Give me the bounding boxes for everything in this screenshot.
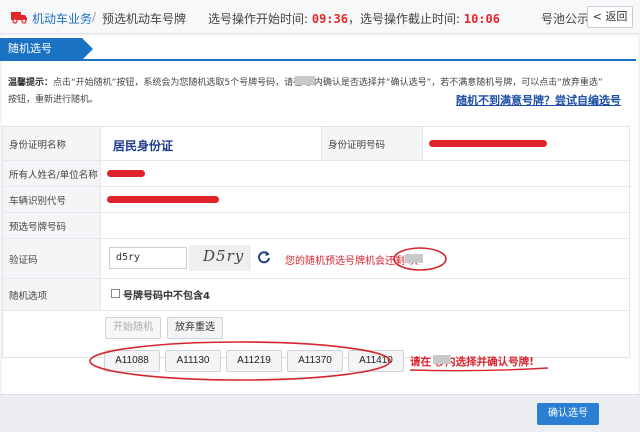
exclude-4-checkbox[interactable] <box>111 289 120 298</box>
start-time-label: 选号操作开始时间: <box>208 12 312 26</box>
self-select-link[interactable]: 随机不到满意号牌？尝试自编选号 <box>456 92 621 108</box>
plate-option[interactable]: A11130 <box>165 350 221 372</box>
row-captcha: 验证码 d5ry D5ry 您的随机预选号牌机会还剩 次 <box>3 239 631 279</box>
row-id-type: 身份证明名称 居民身份证 身份证明号码 <box>3 127 631 161</box>
id-number-label: 身份证明号码 <box>321 127 423 160</box>
row-random-option: 随机选项 号牌号码中不包含4 <box>3 279 631 311</box>
start-random-button[interactable]: 开始随机 <box>105 317 161 339</box>
preselect-label: 预选号牌号码 <box>3 213 101 238</box>
pool-notice-link[interactable]: 号池公示 <box>541 10 589 27</box>
row-vin: 车辆识别代号 <box>3 187 631 213</box>
confirm-select-button[interactable]: 确认选号 <box>537 403 599 425</box>
top-bar: 机动车业务 / 预选机动车号牌 选号操作开始时间: 09:36，选号操作截止时间… <box>0 0 640 34</box>
plate-option[interactable]: A11410 <box>348 350 404 372</box>
captcha-image-text: D5ry <box>203 247 245 265</box>
row-preselect: 预选号牌号码 <box>3 213 631 239</box>
row-owner: 所有人姓名/单位名称 <box>3 161 631 187</box>
vin-label: 车辆识别代号 <box>3 187 101 212</box>
tab-label: 随机选号 <box>8 42 52 55</box>
captcha-input[interactable]: d5ry <box>109 247 187 269</box>
random-option-label: 随机选项 <box>3 279 101 310</box>
operation-time-window: 选号操作开始时间: 09:36，选号操作截止时间: 10:06 <box>208 10 500 27</box>
redacted-id-number <box>429 140 547 147</box>
start-time-value: 09:36 <box>311 12 348 26</box>
end-time-label: ，选号操作截止时间: <box>347 12 464 26</box>
exclude-4-label[interactable]: 号牌号码中不包含4 <box>123 287 210 302</box>
breadcrumb-current: 预选机动车号牌 <box>102 12 187 26</box>
back-arrow-icon: < <box>592 10 606 23</box>
id-type-label: 身份证明名称 <box>3 127 101 160</box>
id-type-value: 居民身份证 <box>113 139 174 153</box>
hint-line-2: 按钮，重新进行随机。 <box>8 95 99 105</box>
captcha-label: 验证码 <box>3 239 101 278</box>
back-button-label: 返回 <box>605 10 628 23</box>
plate-option[interactable]: A11370 <box>287 350 343 372</box>
refresh-icon[interactable] <box>257 250 271 264</box>
give-up-reselect-button[interactable]: 放弃重选 <box>167 317 223 339</box>
breadcrumb-main[interactable]: 机动车业务 <box>32 10 92 27</box>
redacted-owner-name <box>107 170 145 177</box>
truck-icon <box>11 12 27 24</box>
breadcrumb-separator: / <box>92 10 97 24</box>
captcha-image[interactable]: D5ry <box>189 245 251 271</box>
end-time-value: 10:06 <box>463 12 500 26</box>
tab-random-select[interactable]: 随机选号 <box>0 38 93 60</box>
selection-form: 身份证明名称 居民身份证 身份证明号码 所有人姓名/单位名称 车辆识别代号 预选… <box>2 126 631 358</box>
hint-text: 点击“开始随机”按钮，系统会为您随机选取5个号牌号码，请在 秒内确认是否选择并“… <box>53 78 603 88</box>
hint-line-1: 温馨提示：点击“开始随机”按钮，系统会为您随机选取5个号牌号码，请在 秒内确认是… <box>8 75 628 88</box>
hint-prefix: 温馨提示： <box>8 78 54 88</box>
tab-underline <box>0 59 636 61</box>
plate-option[interactable]: A11088 <box>104 350 160 372</box>
plate-option[interactable]: A11219 <box>226 350 282 372</box>
remaining-chances-text: 您的随机预选号牌机会还剩 次 <box>285 256 419 267</box>
confirm-hint-text: 请在 秒内选择并确认号牌! <box>410 356 534 368</box>
redacted-vin <box>107 196 219 203</box>
owner-label: 所有人姓名/单位名称 <box>3 161 101 186</box>
back-button[interactable]: < 返回 <box>587 6 633 28</box>
